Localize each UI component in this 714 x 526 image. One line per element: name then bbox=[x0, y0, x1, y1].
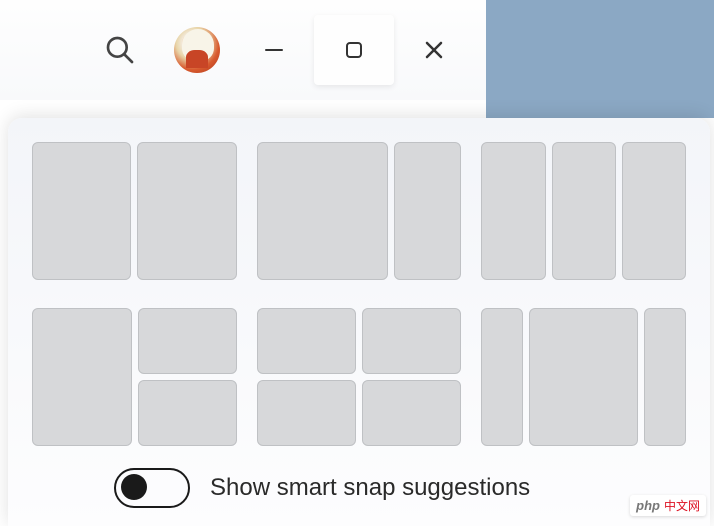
snap-zone bbox=[257, 142, 389, 280]
snap-layout-three-col[interactable] bbox=[481, 142, 686, 280]
search-button[interactable] bbox=[80, 15, 160, 85]
snap-zone bbox=[138, 380, 236, 446]
smart-snap-toggle[interactable] bbox=[114, 468, 190, 508]
snap-zone bbox=[257, 380, 356, 446]
snap-zone bbox=[481, 308, 523, 446]
snap-zone bbox=[644, 308, 686, 446]
watermark: php 中文网 bbox=[630, 495, 706, 516]
snap-zone bbox=[362, 380, 461, 446]
snap-layout-two-col-5050[interactable] bbox=[32, 142, 237, 280]
close-button[interactable] bbox=[394, 15, 474, 85]
snap-zone bbox=[138, 308, 236, 374]
snap-panel-footer: Show smart snap suggestions bbox=[32, 468, 686, 508]
snap-zone bbox=[137, 142, 236, 280]
snap-zone bbox=[529, 308, 638, 446]
snap-zone bbox=[552, 142, 616, 280]
search-icon bbox=[104, 34, 136, 66]
smart-snap-label: Show smart snap suggestions bbox=[210, 474, 530, 502]
snap-zone bbox=[362, 308, 461, 374]
snap-zone-column bbox=[362, 308, 461, 446]
caption-controls bbox=[80, 15, 474, 85]
snap-layout-quadrant[interactable] bbox=[257, 308, 462, 446]
snap-layout-one-plus-two[interactable] bbox=[32, 308, 237, 446]
snap-layouts-panel: Show smart snap suggestions bbox=[8, 118, 710, 526]
accent-strip bbox=[486, 0, 714, 118]
snap-zone bbox=[481, 142, 545, 280]
maximize-button[interactable] bbox=[314, 15, 394, 85]
snap-layouts-grid bbox=[32, 142, 686, 446]
snap-zone bbox=[32, 142, 131, 280]
minimize-icon bbox=[263, 39, 285, 61]
snap-layout-two-col-7030[interactable] bbox=[257, 142, 462, 280]
watermark-text: 中文网 bbox=[664, 497, 700, 514]
snap-zone bbox=[622, 142, 686, 280]
snap-zone bbox=[32, 308, 132, 446]
minimize-button[interactable] bbox=[234, 15, 314, 85]
snap-zone-column bbox=[257, 308, 356, 446]
toggle-knob bbox=[121, 474, 147, 500]
snap-zone bbox=[394, 142, 461, 280]
snap-zone bbox=[257, 308, 356, 374]
close-icon bbox=[422, 38, 446, 62]
snap-zone-column bbox=[138, 308, 236, 446]
watermark-brand: php bbox=[636, 498, 660, 513]
titlebar bbox=[0, 0, 714, 100]
avatar[interactable] bbox=[174, 27, 220, 73]
snap-layout-three-col-wide-center[interactable] bbox=[481, 308, 686, 446]
maximize-icon bbox=[343, 39, 365, 61]
